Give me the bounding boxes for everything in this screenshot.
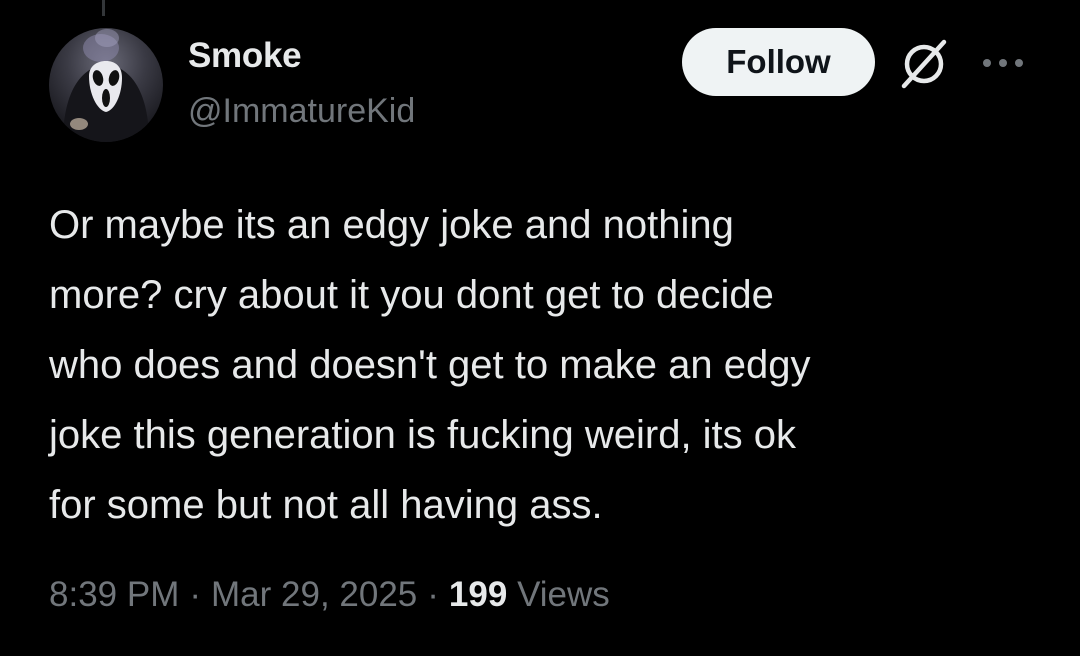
separator-dot: · (189, 575, 202, 614)
tweet-text: Or maybe its an edgy joke and nothing mo… (49, 203, 811, 527)
tweet-time[interactable]: 8:39 PM (49, 575, 179, 614)
avatar[interactable] (49, 28, 163, 142)
more-options-icon[interactable] (977, 50, 1029, 76)
thread-connector-line (102, 0, 105, 16)
ghostface-mask-avatar-icon (63, 29, 149, 142)
views-count: 199 (448, 575, 508, 614)
views-label: Views (517, 575, 610, 614)
author-handle[interactable]: @ImmatureKid (188, 92, 415, 131)
grok-icon[interactable] (896, 38, 952, 90)
follow-button[interactable]: Follow (682, 28, 875, 96)
separator-dot: · (427, 575, 439, 614)
author-display-name[interactable]: Smoke (188, 36, 302, 76)
tweet-date[interactable]: Mar 29, 2025 (211, 575, 417, 614)
tweet-metadata: 8:39 PM · Mar 29, 2025 · 199 Views (49, 575, 610, 615)
